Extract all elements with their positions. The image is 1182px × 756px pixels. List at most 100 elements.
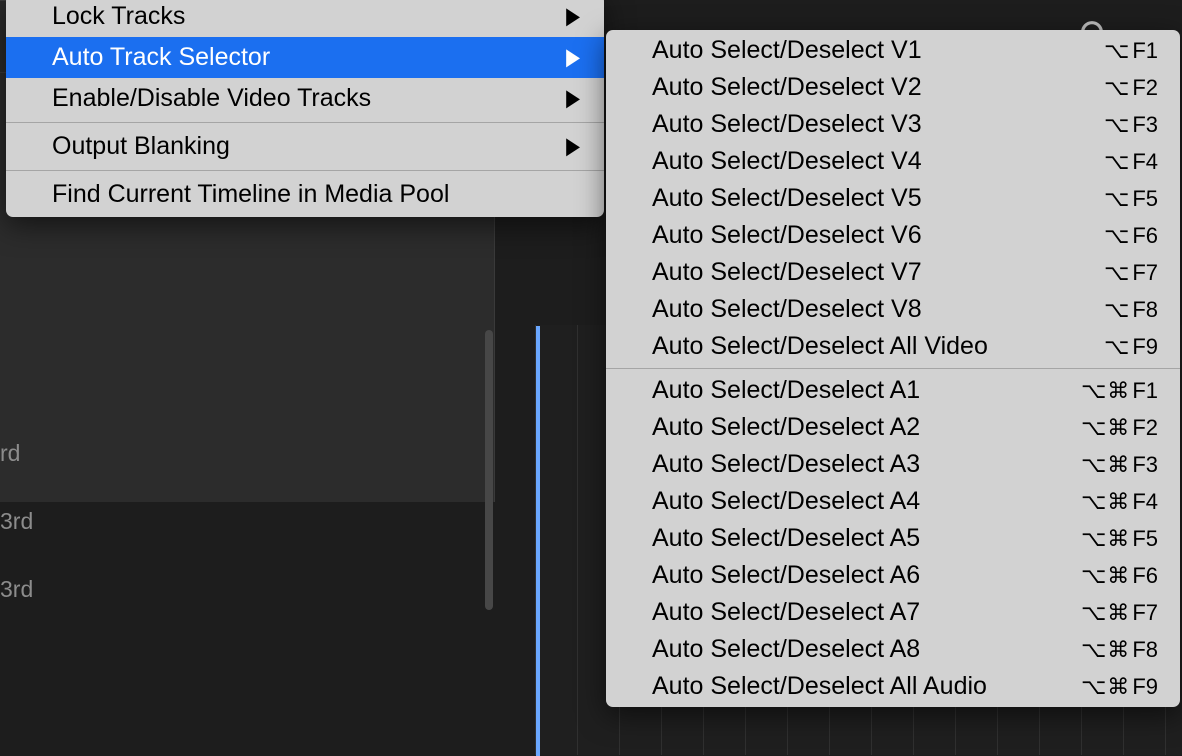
keyboard-shortcut: ⌥F6 [1104, 223, 1158, 249]
keyboard-shortcut: ⌥⌘F9 [1081, 674, 1158, 700]
submenu-item-auto-select-deselect-v4[interactable]: Auto Select/Deselect V4 ⌥F4 [606, 143, 1180, 180]
function-key: F6 [1132, 223, 1158, 249]
modifier-keys: ⌥⌘ [1081, 415, 1130, 441]
function-key: F3 [1132, 112, 1158, 138]
function-key: F8 [1132, 637, 1158, 663]
submenu-item-label: Auto Select/Deselect V2 [652, 73, 922, 102]
submenu-item-auto-select-deselect-v5[interactable]: Auto Select/Deselect V5⌥F5 [606, 180, 1180, 217]
submenu-item-auto-select-deselect-v1[interactable]: Auto Select/Deselect V1⌥F1 [606, 32, 1180, 69]
scrollbar[interactable] [485, 330, 493, 610]
menu-divider [606, 368, 1180, 369]
menu-item-find-current-timeline-in-media-pool[interactable]: Find Current Timeline in Media Pool [6, 174, 604, 215]
submenu-item-auto-select-deselect-a6[interactable]: Auto Select/Deselect A6 ⌥⌘F6 [606, 557, 1180, 594]
modifier-keys: ⌥⌘ [1081, 452, 1130, 478]
submenu-item-auto-select-deselect-a2[interactable]: Auto Select/Deselect A2 ⌥⌘F2 [606, 409, 1180, 446]
menu-item-label: Output Blanking [52, 132, 230, 161]
modifier-keys: ⌥⌘ [1081, 526, 1130, 552]
submenu-item-label: Auto Select/Deselect A5 [652, 524, 920, 553]
submenu-item-auto-select-deselect-v7[interactable]: Auto Select/Deselect V7⌥F7 [606, 254, 1180, 291]
submenu-item-label: Auto Select/Deselect All Audio [652, 672, 987, 701]
keyboard-shortcut: ⌥F4 [1104, 149, 1158, 175]
submenu-item-auto-select-deselect-a8[interactable]: Auto Select/Deselect A8 ⌥⌘F8 [606, 631, 1180, 668]
function-key: F6 [1132, 563, 1158, 589]
modifier-keys: ⌥⌘ [1081, 563, 1130, 589]
function-key: F1 [1132, 38, 1158, 64]
submenu-item-label: Auto Select/Deselect A1 [652, 376, 920, 405]
modifier-keys: ⌥ [1104, 75, 1130, 101]
clip-label: rd [0, 440, 20, 467]
menu-item-output-blanking[interactable]: Output Blanking ▶ [6, 126, 604, 167]
keyboard-shortcut: ⌥⌘F1 [1081, 378, 1158, 404]
submenu-item-auto-select-deselect-all-video[interactable]: Auto Select/Deselect All Video ⌥F9 [606, 328, 1180, 365]
submenu-item-label: Auto Select/Deselect V5 [652, 184, 922, 213]
menu-item-label: Lock Tracks [52, 2, 185, 31]
submenu-item-auto-select-deselect-a7[interactable]: Auto Select/Deselect A7 ⌥⌘F7 [606, 594, 1180, 631]
submenu-item-auto-select-deselect-a1[interactable]: Auto Select/Deselect A1 ⌥⌘F1 [606, 372, 1180, 409]
clip-label: 3rd [0, 508, 33, 535]
menu-divider [6, 170, 604, 171]
function-key: F8 [1132, 297, 1158, 323]
submenu-arrow-icon: ▶ [566, 85, 580, 112]
submenu-arrow-icon: ▶ [566, 3, 580, 30]
keyboard-shortcut: ⌥F3 [1104, 112, 1158, 138]
keyboard-shortcut: ⌥F2 [1104, 75, 1158, 101]
keyboard-shortcut: ⌥F1 [1104, 38, 1158, 64]
submenu-item-auto-select-deselect-v6[interactable]: Auto Select/Deselect V6 ⌥F6 [606, 217, 1180, 254]
modifier-keys: ⌥⌘ [1081, 637, 1130, 663]
modifier-keys: ⌥⌘ [1081, 378, 1130, 404]
submenu-item-auto-select-deselect-a5[interactable]: Auto Select/Deselect A5 ⌥⌘F5 [606, 520, 1180, 557]
submenu-item-label: Auto Select/Deselect All Video [652, 332, 988, 361]
submenu-item-label: Auto Select/Deselect A8 [652, 635, 920, 664]
function-key: F9 [1132, 334, 1158, 360]
modifier-keys: ⌥ [1104, 223, 1130, 249]
modifier-keys: ⌥ [1104, 297, 1130, 323]
keyboard-shortcut: ⌥F8 [1104, 297, 1158, 323]
keyboard-shortcut: ⌥⌘F7 [1081, 600, 1158, 626]
menu-item-label: Enable/Disable Video Tracks [52, 84, 371, 113]
submenu-arrow-icon: ▶ [566, 133, 580, 160]
modifier-keys: ⌥⌘ [1081, 489, 1130, 515]
function-key: F1 [1132, 378, 1158, 404]
submenu-item-auto-select-deselect-a4[interactable]: Auto Select/Deselect A4⌥⌘F4 [606, 483, 1180, 520]
modifier-keys: ⌥ [1104, 186, 1130, 212]
menu-divider [6, 122, 604, 123]
keyboard-shortcut: ⌥F7 [1104, 260, 1158, 286]
submenu-item-label: Auto Select/Deselect A6 [652, 561, 920, 590]
menu-item-auto-track-selector[interactable]: Auto Track Selector ▶ [6, 37, 604, 78]
submenu-item-label: Auto Select/Deselect V3 [652, 110, 922, 139]
submenu-item-auto-select-deselect-v8[interactable]: Auto Select/Deselect V8 ⌥F8 [606, 291, 1180, 328]
function-key: F4 [1132, 489, 1158, 515]
function-key: F7 [1132, 600, 1158, 626]
submenu-item-auto-select-deselect-v2[interactable]: Auto Select/Deselect V2 ⌥F2 [606, 69, 1180, 106]
playhead-marker[interactable] [536, 326, 540, 756]
keyboard-shortcut: ⌥⌘F3 [1081, 452, 1158, 478]
modifier-keys: ⌥⌘ [1081, 674, 1130, 700]
keyboard-shortcut: ⌥⌘F4 [1081, 489, 1158, 515]
keyboard-shortcut: ⌥⌘F2 [1081, 415, 1158, 441]
modifier-keys: ⌥ [1104, 334, 1130, 360]
modifier-keys: ⌥ [1104, 112, 1130, 138]
function-key: F2 [1132, 415, 1158, 441]
modifier-keys: ⌥ [1104, 149, 1130, 175]
function-key: F2 [1132, 75, 1158, 101]
modifier-keys: ⌥ [1104, 38, 1130, 64]
modifier-keys: ⌥⌘ [1081, 600, 1130, 626]
menu-item-enable-disable-video-tracks[interactable]: Enable/Disable Video Tracks ▶ [6, 78, 604, 119]
menu-item-label: Auto Track Selector [52, 43, 270, 72]
submenu-item-label: Auto Select/Deselect A7 [652, 598, 920, 627]
submenu-item-label: Auto Select/Deselect V4 [652, 147, 922, 176]
function-key: F7 [1132, 260, 1158, 286]
submenu-item-label: Auto Select/Deselect V6 [652, 221, 922, 250]
submenu-arrow-icon: ▶ [566, 44, 580, 71]
function-key: F3 [1132, 452, 1158, 478]
submenu-item-auto-select-deselect-v3[interactable]: Auto Select/Deselect V3 ⌥F3 [606, 106, 1180, 143]
function-key: F5 [1132, 526, 1158, 552]
function-key: F9 [1132, 674, 1158, 700]
submenu-item-auto-select-deselect-a3[interactable]: Auto Select/Deselect A3⌥⌘F3 [606, 446, 1180, 483]
context-menu: Lock Tracks▶Auto Track Selector▶Enable/D… [6, 0, 604, 217]
menu-item-lock-tracks[interactable]: Lock Tracks ▶ [6, 0, 604, 37]
submenu-item-label: Auto Select/Deselect V8 [652, 295, 922, 324]
submenu-item-auto-select-deselect-all-audio[interactable]: Auto Select/Deselect All Audio ⌥⌘F9 [606, 668, 1180, 705]
menu-item-label: Find Current Timeline in Media Pool [52, 180, 449, 209]
submenu-item-label: Auto Select/Deselect A2 [652, 413, 920, 442]
